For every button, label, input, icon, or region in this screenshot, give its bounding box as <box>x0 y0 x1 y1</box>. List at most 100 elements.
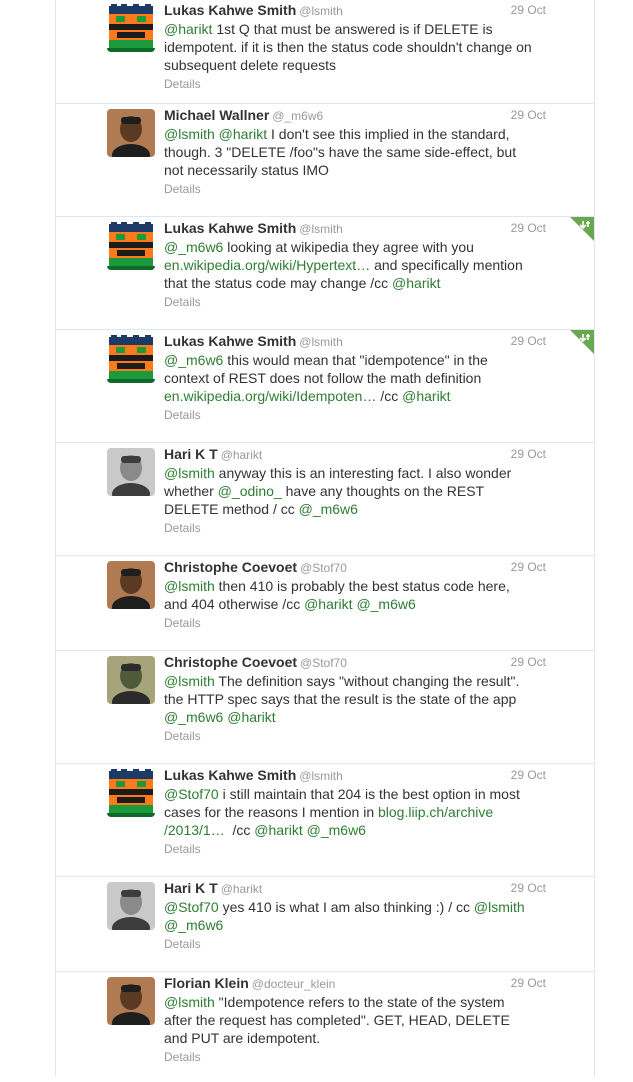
details-link[interactable]: Details <box>164 729 201 743</box>
tweet-link[interactable]: en.wikipedia.org/wiki/Idempoten… <box>164 388 376 404</box>
details-link[interactable]: Details <box>164 408 201 422</box>
user-handle[interactable]: @docteur_klein <box>252 977 336 991</box>
avatar[interactable] <box>107 977 155 1025</box>
user-name[interactable]: Christophe Coevoet <box>164 559 297 575</box>
tweet-text-line: @Stof70 i still maintain that 204 is the… <box>164 785 539 803</box>
avatar[interactable] <box>107 561 155 609</box>
tweet-date[interactable]: 29 Oct <box>511 560 546 574</box>
tweet-link[interactable]: @_m6w6 <box>164 239 223 255</box>
avatar[interactable] <box>107 109 155 157</box>
tweet-date[interactable]: 29 Oct <box>511 108 546 122</box>
tweet-link[interactable]: /2013/1… <box>164 822 225 838</box>
tweet[interactable]: Hari K T @harikt 29 Oct @Stof70 yes 410 is … <box>56 877 594 972</box>
user-photo-icon <box>107 656 155 704</box>
tweet-text-segment: have any thoughts on the REST <box>281 483 485 499</box>
tweet-date[interactable]: 29 Oct <box>511 768 546 782</box>
user-handle[interactable]: @_m6w6 <box>272 109 323 123</box>
tweet[interactable]: Hari K T @harikt 29 Oct @lsmith anyway this… <box>56 443 594 556</box>
tweet-link[interactable]: @lsmith <box>164 994 215 1010</box>
user-name[interactable]: Florian Klein <box>164 975 249 991</box>
tweet[interactable]: Lukas Kahwe Smith @lsmith 29 Oct @_m6w6 thi… <box>56 330 594 443</box>
tweet-link[interactable]: @_m6w6 <box>307 822 366 838</box>
details-link[interactable]: Details <box>164 1050 201 1064</box>
tweet-link[interactable]: @Stof70 <box>164 899 219 915</box>
details-link[interactable]: Details <box>164 842 201 856</box>
tweet-date[interactable]: 29 Oct <box>511 655 546 669</box>
user-handle[interactable]: @lsmith <box>299 769 343 783</box>
user-handle[interactable]: @harikt <box>221 882 263 896</box>
user-name[interactable]: Christophe Coevoet <box>164 654 297 670</box>
tweet-link[interactable]: @harikt <box>227 709 275 725</box>
user-name[interactable]: Hari K T <box>164 880 218 896</box>
user-handle[interactable]: @lsmith <box>299 4 343 18</box>
user-handle[interactable]: @Stof70 <box>300 656 347 670</box>
tweet-date[interactable]: 29 Oct <box>511 976 546 990</box>
avatar[interactable] <box>107 882 155 930</box>
tweet-link[interactable]: en.wikipedia.org/wiki/Hypertext… <box>164 257 370 273</box>
tweet-link[interactable]: @lsmith <box>164 126 215 142</box>
tweet[interactable]: Lukas Kahwe Smith @lsmith 29 Oct @_m6w6 loo… <box>56 217 594 330</box>
tweet-stream: Lukas Kahwe Smith @lsmith 29 Oct @harikt 1s… <box>55 0 595 1077</box>
user-handle[interactable]: @lsmith <box>299 222 343 236</box>
details-link[interactable]: Details <box>164 295 201 309</box>
user-handle[interactable]: @Stof70 <box>300 561 347 575</box>
avatar[interactable] <box>107 656 155 704</box>
tweet[interactable]: Lukas Kahwe Smith @lsmith 29 Oct @harikt 1s… <box>56 0 594 104</box>
tweet-text: @lsmith anyway this is an interesting fa… <box>164 464 539 518</box>
tweet[interactable]: Christophe Coevoet @Stof70 29 Oct @lsmith t… <box>56 556 594 651</box>
tweet-text-segment: i still maintain that 204 is the best op… <box>218 786 520 802</box>
user-name[interactable]: Michael Wallner <box>164 107 269 123</box>
details-link[interactable]: Details <box>164 937 201 951</box>
tweet-link[interactable]: @_m6w6 <box>356 596 415 612</box>
details-link[interactable]: Details <box>164 182 201 196</box>
tweet-link[interactable]: @Stof70 <box>164 786 219 802</box>
avatar[interactable] <box>107 448 155 496</box>
tweet[interactable]: Michael Wallner @_m6w6 29 Oct @lsmith @hari… <box>56 104 594 217</box>
user-name[interactable]: Lukas Kahwe Smith <box>164 2 296 18</box>
user-handle[interactable]: @lsmith <box>299 335 343 349</box>
tweet-link[interactable]: @harikt <box>304 596 352 612</box>
details-link[interactable]: Details <box>164 616 201 630</box>
user-name[interactable]: Lukas Kahwe Smith <box>164 767 296 783</box>
tweet-text-segment: The definition says "without changing th… <box>214 673 520 689</box>
user-name[interactable]: Lukas Kahwe Smith <box>164 333 296 349</box>
avatar[interactable] <box>107 769 155 817</box>
tweet-text-segment: the HTTP spec says that the result is th… <box>164 691 517 707</box>
user-photo-icon <box>107 448 155 496</box>
tweet-link[interactable]: @lsmith <box>164 673 215 689</box>
user-photo-icon <box>107 882 155 930</box>
avatar[interactable] <box>107 4 155 52</box>
tweet-text-line: /2013/1… /cc @harikt @_m6w6 <box>164 821 539 839</box>
tweet[interactable]: Florian Klein @docteur_klein 29 Oct @lsmith… <box>56 972 594 1082</box>
tweet-date[interactable]: 29 Oct <box>511 221 546 235</box>
tweet-link[interactable]: @lsmith <box>474 899 525 915</box>
tweet-link[interactable]: @_m6w6 <box>164 917 223 933</box>
user-name[interactable]: Lukas Kahwe Smith <box>164 220 296 236</box>
avatar[interactable] <box>107 335 155 383</box>
tweet-date[interactable]: 29 Oct <box>511 447 546 461</box>
details-link[interactable]: Details <box>164 521 201 535</box>
tweet-date[interactable]: 29 Oct <box>511 881 546 895</box>
tweet-link[interactable]: @lsmith <box>164 578 215 594</box>
avatar[interactable] <box>107 222 155 270</box>
user-handle[interactable]: @harikt <box>221 448 263 462</box>
tweet-link[interactable]: @harikt <box>254 822 302 838</box>
tweet-link[interactable]: @harikt <box>402 388 450 404</box>
tweet-text-segment: though. 3 "DELETE /foo"s have the same s… <box>164 144 517 160</box>
user-name[interactable]: Hari K T <box>164 446 218 462</box>
tweet-date[interactable]: 29 Oct <box>511 3 546 17</box>
tweet-text-segment: "Idempotence refers to the state of the … <box>214 994 505 1010</box>
tweet-link[interactable]: @_m6w6 <box>164 709 223 725</box>
tweet[interactable]: Christophe Coevoet @Stof70 29 Oct @lsmith T… <box>56 651 594 764</box>
tweet-link[interactable]: blog.liip.ch/archive <box>378 804 493 820</box>
tweet-link[interactable]: @_m6w6 <box>164 352 223 368</box>
tweet-link[interactable]: @harikt <box>219 126 267 142</box>
tweet[interactable]: Lukas Kahwe Smith @lsmith 29 Oct @Stof70 i … <box>56 764 594 877</box>
tweet-link[interactable]: @harikt <box>164 21 212 37</box>
tweet-date[interactable]: 29 Oct <box>511 334 546 348</box>
tweet-link[interactable]: @_odino_ <box>218 483 282 499</box>
details-link[interactable]: Details <box>164 77 201 91</box>
tweet-link[interactable]: @lsmith <box>164 465 215 481</box>
tweet-link[interactable]: @harikt <box>392 275 440 291</box>
tweet-link[interactable]: @_m6w6 <box>299 501 358 517</box>
